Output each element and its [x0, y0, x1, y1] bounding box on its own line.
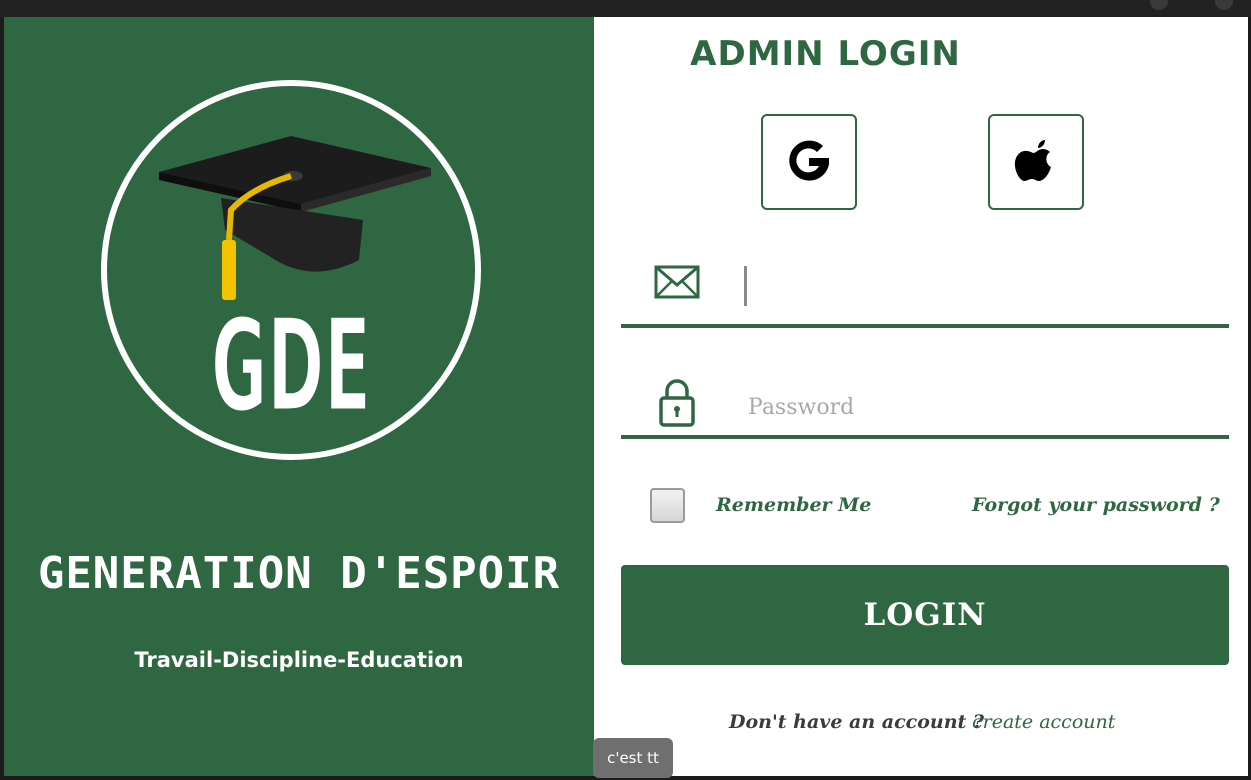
page-title: ADMIN LOGIN [690, 34, 961, 74]
forgot-password-link[interactable]: Forgot your password ? [972, 494, 1220, 516]
window-control-icon[interactable] [1150, 0, 1168, 10]
tassel [222, 240, 236, 300]
no-account-text: Don't have an account ? [729, 711, 985, 733]
apple-login-button[interactable] [988, 114, 1084, 210]
email-underline [621, 324, 1229, 328]
create-account-link[interactable]: create account [972, 711, 1115, 733]
remember-me-label[interactable]: Remember Me [716, 494, 871, 516]
logo-initials: GDE [211, 292, 371, 441]
email-input[interactable] [744, 266, 1221, 306]
lock-icon [659, 379, 695, 427]
organization-name: GENERATION D'ESPOIR [37, 548, 561, 599]
envelope-icon [654, 265, 700, 299]
google-login-button[interactable] [761, 114, 857, 210]
mortarboard-top [159, 136, 431, 204]
window-control-icon[interactable] [1215, 0, 1233, 10]
tooltip: c'est tt [593, 738, 673, 778]
organization-motto: Travail-Discipline-Education [134, 648, 464, 672]
password-underline [621, 435, 1229, 439]
logo-icon: GDE [159, 136, 431, 443]
window-titlebar [0, 0, 1251, 17]
remember-me-checkbox[interactable] [650, 488, 685, 523]
apple-icon [1014, 140, 1051, 181]
login-button[interactable]: LOGIN [621, 565, 1229, 665]
cap-base [221, 198, 363, 272]
password-input[interactable] [744, 387, 1218, 427]
google-icon [789, 140, 829, 181]
